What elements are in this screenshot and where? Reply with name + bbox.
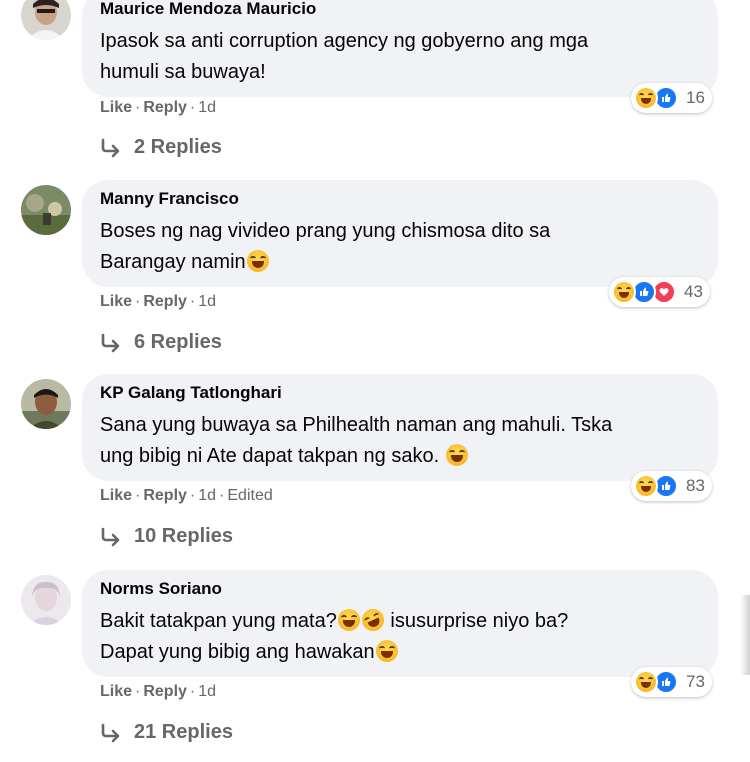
comment-actions: Like · Reply · 1d — [100, 683, 217, 700]
comment-text-line: Dapat yung bibig ang hawakan — [100, 637, 700, 668]
reply-link[interactable]: Reply — [143, 99, 187, 116]
edited-label[interactable]: Edited — [227, 487, 272, 504]
comment-text: Sana yung buwaya sa Philhealth naman ang… — [100, 410, 700, 472]
replies-count-label: 10 Replies — [134, 525, 233, 547]
comment-text-segment: Barangay namin — [100, 251, 246, 273]
avatar[interactable] — [21, 185, 71, 235]
haha-icon — [634, 474, 658, 498]
haha-icon — [612, 280, 636, 304]
comment-actions: Like · Reply · 1d · Edited — [100, 487, 273, 504]
comment-author[interactable]: Maurice Mendoza Mauricio — [100, 0, 316, 19]
replies-count-label: 2 Replies — [134, 136, 222, 158]
comment-bubble: Manny Francisco Boses ng nag vivideo pra… — [82, 180, 718, 287]
like-link[interactable]: Like — [100, 683, 132, 700]
reaction-count: 43 — [684, 282, 703, 301]
laughing-emoji-icon — [445, 444, 468, 466]
scroll-edge-shadow — [740, 595, 750, 675]
comment-author[interactable]: Norms Soriano — [100, 579, 222, 599]
comment-item: Maurice Mendoza Mauricio Ipasok sa anti … — [0, 0, 750, 185]
view-replies-link[interactable]: 2 Replies — [100, 136, 222, 159]
comment-item: KP Galang Tatlonghari Sana yung buwaya s… — [0, 374, 750, 574]
replies-count-label: 21 Replies — [134, 721, 233, 743]
reaction-summary[interactable]: 73 — [631, 667, 712, 697]
comment-timestamp[interactable]: 1d — [198, 683, 216, 700]
comment-text-line: Boses ng nag vivideo prang yung chismosa… — [100, 220, 551, 242]
comment-item: Manny Francisco Boses ng nag vivideo pra… — [0, 180, 750, 380]
comment-text-line: ung bibig ni Ate dapat takpan ng sako. — [100, 441, 700, 472]
reaction-count: 73 — [686, 672, 705, 691]
comment-text-segment: Bakit tatakpan yung mata? — [100, 610, 337, 632]
reply-arrow-icon — [101, 138, 120, 157]
avatar[interactable] — [21, 379, 71, 429]
like-link[interactable]: Like — [100, 293, 132, 310]
reply-arrow-icon — [101, 333, 120, 352]
comment-author[interactable]: KP Galang Tatlonghari — [100, 383, 282, 403]
reaction-summary[interactable]: 43 — [609, 277, 710, 307]
comment-text-line: Barangay namin — [100, 247, 700, 278]
comment-text-segment: ung bibig ni Ate dapat takpan ng sako. — [100, 445, 440, 467]
reply-link[interactable]: Reply — [143, 293, 187, 310]
comment-text-line: Bakit tatakpan yung mata? isusurprise ni… — [100, 605, 700, 637]
comment-text-segment: Dapat yung bibig ang hawakan — [100, 641, 375, 663]
reaction-summary[interactable]: 16 — [631, 83, 712, 113]
comment-bubble: Norms Soriano Bakit tatakpan yung mata? … — [82, 570, 718, 677]
comment-bubble: KP Galang Tatlonghari Sana yung buwaya s… — [82, 374, 718, 481]
laughing-emoji-icon — [375, 640, 398, 662]
comment-author[interactable]: Manny Francisco — [100, 189, 239, 209]
laughing-emoji-icon — [337, 609, 360, 631]
avatar[interactable] — [21, 0, 71, 40]
view-replies-link[interactable]: 21 Replies — [100, 721, 233, 744]
comment-bubble: Maurice Mendoza Mauricio Ipasok sa anti … — [82, 0, 718, 97]
comment-text-line: Ipasok sa anti corruption agency ng goby… — [100, 30, 589, 52]
comment-text: Ipasok sa anti corruption agency ng goby… — [100, 26, 700, 88]
rofl-emoji-icon — [358, 605, 388, 635]
replies-count-label: 6 Replies — [134, 331, 222, 353]
comment-actions: Like · Reply · 1d — [100, 293, 217, 310]
like-link[interactable]: Like — [100, 487, 132, 504]
comment-text-line: humuli sa buwaya! — [100, 61, 266, 83]
laughing-emoji-icon — [246, 250, 269, 272]
comment-timestamp[interactable]: 1d — [198, 487, 216, 504]
avatar[interactable] — [21, 575, 71, 625]
comment-text: Bakit tatakpan yung mata? isusurprise ni… — [100, 605, 700, 668]
comment-timestamp[interactable]: 1d — [198, 99, 216, 116]
haha-icon — [634, 670, 658, 694]
comment-text-segment: isusurprise niyo ba? — [390, 610, 569, 632]
comment-actions: Like · Reply · 1d — [100, 99, 217, 116]
reaction-count: 16 — [686, 88, 705, 107]
reply-arrow-icon — [101, 723, 120, 742]
view-replies-link[interactable]: 6 Replies — [100, 331, 222, 354]
comment-text: Boses ng nag vivideo prang yung chismosa… — [100, 216, 700, 278]
reply-arrow-icon — [101, 527, 120, 546]
like-link[interactable]: Like — [100, 99, 132, 116]
reaction-summary[interactable]: 83 — [631, 471, 712, 501]
comment-item: Norms Soriano Bakit tatakpan yung mata? … — [0, 570, 750, 762]
haha-icon — [634, 86, 658, 110]
view-replies-link[interactable]: 10 Replies — [100, 525, 233, 548]
reply-link[interactable]: Reply — [143, 487, 187, 504]
reply-link[interactable]: Reply — [143, 683, 187, 700]
reaction-count: 83 — [686, 476, 705, 495]
comment-timestamp[interactable]: 1d — [198, 293, 216, 310]
comment-text-line: Sana yung buwaya sa Philhealth naman ang… — [100, 414, 613, 436]
